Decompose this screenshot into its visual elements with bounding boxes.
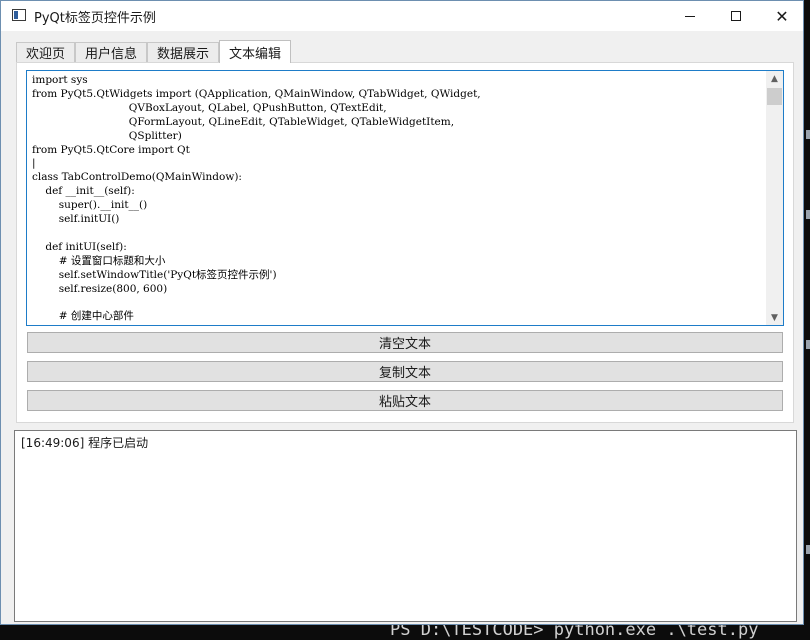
minimize-icon bbox=[685, 15, 695, 17]
terminal-glyph bbox=[806, 210, 810, 219]
vertical-scrollbar[interactable]: ▲ ▼ bbox=[766, 71, 783, 325]
tab-welcome[interactable]: 欢迎页 bbox=[16, 42, 75, 62]
close-icon: ✕ bbox=[775, 6, 789, 26]
paste-text-button[interactable]: 粘贴文本 bbox=[27, 390, 783, 411]
code-text[interactable]: import sys from PyQt5.QtWidgets import (… bbox=[32, 74, 767, 324]
minimize-button[interactable] bbox=[667, 1, 713, 31]
window-icon bbox=[12, 9, 26, 21]
scroll-thumb[interactable] bbox=[767, 88, 782, 105]
title-bar[interactable]: PyQt标签页控件示例 ✕ bbox=[1, 1, 803, 31]
clear-text-button[interactable]: 清空文本 bbox=[27, 332, 783, 353]
terminal-glyph bbox=[806, 340, 810, 349]
chevron-down-icon: ▼ bbox=[771, 312, 778, 323]
tab-text-edit[interactable]: 文本编辑 bbox=[219, 40, 291, 63]
close-button[interactable]: ✕ bbox=[759, 1, 805, 31]
log-output[interactable]: [16:49:06] 程序已启动 bbox=[14, 430, 797, 622]
terminal-glyph bbox=[806, 545, 810, 554]
tab-data-display[interactable]: 数据展示 bbox=[147, 42, 219, 62]
chevron-up-icon: ▲ bbox=[771, 73, 778, 84]
maximize-button[interactable] bbox=[713, 1, 759, 31]
text-editor[interactable]: import sys from PyQt5.QtWidgets import (… bbox=[26, 70, 784, 326]
tab-user-info[interactable]: 用户信息 bbox=[75, 42, 147, 62]
terminal-glyph bbox=[806, 130, 810, 139]
log-entry: [16:49:06] 程序已启动 bbox=[21, 436, 149, 450]
window-title: PyQt标签页控件示例 bbox=[34, 11, 156, 26]
scroll-down-button[interactable]: ▼ bbox=[766, 310, 783, 325]
main-window: PyQt标签页控件示例 ✕ 欢迎页 用户信息 数据展示 文本编辑 import … bbox=[0, 0, 804, 625]
scroll-up-button[interactable]: ▲ bbox=[766, 71, 783, 86]
copy-text-button[interactable]: 复制文本 bbox=[27, 361, 783, 382]
tab-panel: import sys from PyQt5.QtWidgets import (… bbox=[16, 62, 794, 423]
maximize-icon bbox=[731, 11, 741, 21]
